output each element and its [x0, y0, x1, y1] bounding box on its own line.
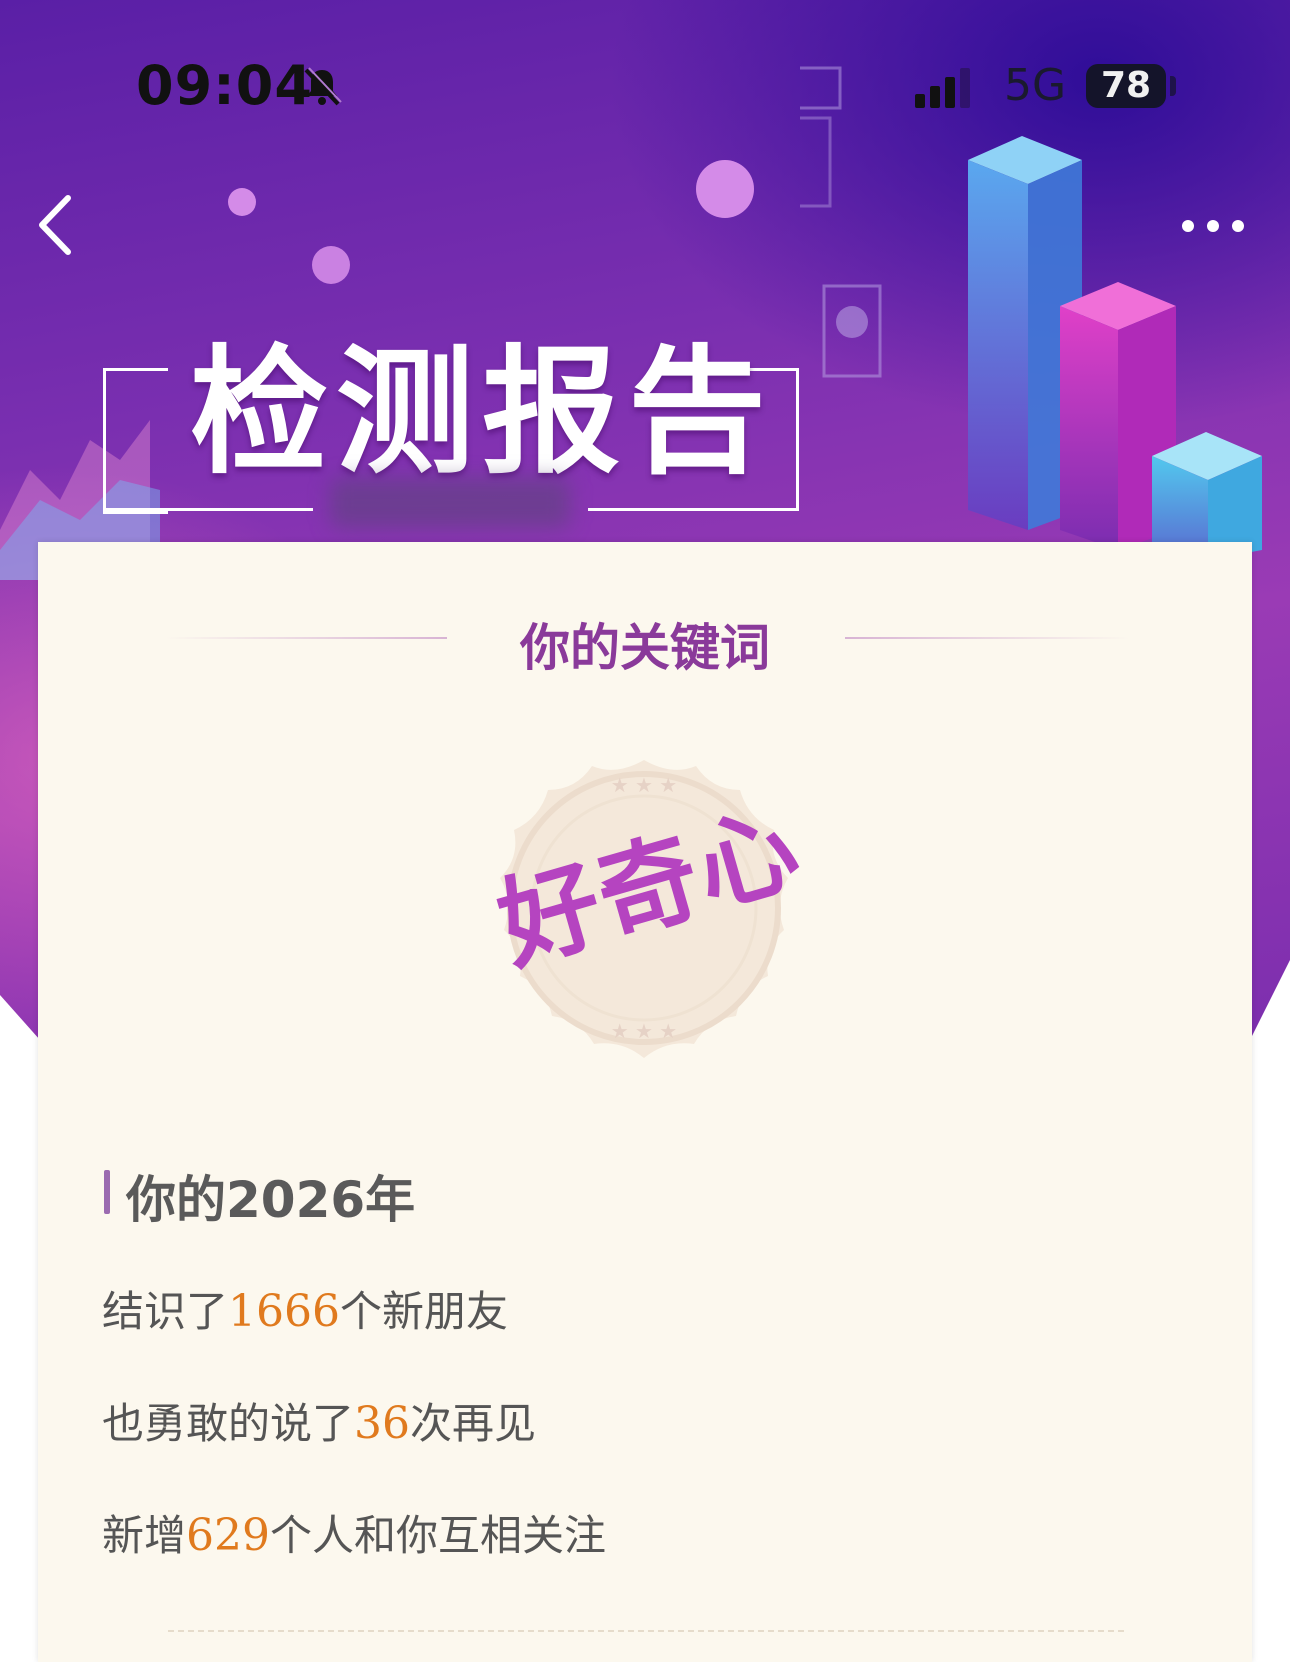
- battery-indicator: 78: [1086, 64, 1166, 108]
- silent-bell-icon: [304, 67, 342, 106]
- svg-text:★ ★ ★: ★ ★ ★: [611, 773, 678, 797]
- divider-line: [165, 637, 447, 639]
- decor-bubble: [228, 188, 256, 216]
- decor-3d-bars: [800, 66, 1262, 560]
- signal-strength-icon: [915, 68, 970, 108]
- page-title: 检测报告: [190, 332, 775, 493]
- stat-prefix: 结识了: [102, 1287, 229, 1336]
- year-heading: 你的2026年: [126, 1171, 416, 1229]
- divider-line: [845, 637, 1130, 639]
- stat-prefix: 新增: [102, 1511, 187, 1560]
- more-options-icon[interactable]: [1180, 216, 1250, 236]
- decor-bubble: [696, 160, 754, 218]
- battery-cap: [1170, 76, 1176, 96]
- svg-text:★ ★ ★: ★ ★ ★: [611, 1019, 678, 1043]
- dashed-divider: [168, 1630, 1124, 1632]
- stat-suffix: 个人和你互相关注: [270, 1511, 607, 1560]
- title-frame: [103, 508, 313, 511]
- report-card: [38, 542, 1252, 1662]
- stat-number: 629: [186, 1510, 270, 1561]
- title-frame: [103, 368, 168, 514]
- stat-suffix: 次再见: [410, 1399, 537, 1448]
- back-arrow-icon[interactable]: [34, 190, 78, 260]
- stat-line-goodbyes: 也勇敢的说了36次再见: [102, 1390, 536, 1451]
- stat-number: 36: [354, 1398, 411, 1449]
- status-time: 09:04: [136, 54, 313, 117]
- decor-bubble: [312, 246, 350, 284]
- stat-line-mutual-follows: 新增629个人和你互相关注: [102, 1502, 606, 1563]
- title-frame: [588, 508, 799, 511]
- stat-number: 1666: [228, 1286, 340, 1337]
- stat-suffix: 个新朋友: [340, 1287, 509, 1336]
- network-type: 5G: [1004, 60, 1067, 111]
- stat-line-friends: 结识了1666个新朋友: [102, 1278, 508, 1339]
- stat-prefix: 也勇敢的说了: [102, 1399, 355, 1448]
- section-accent-bar: [104, 1170, 110, 1214]
- blurred-subtitle: [330, 478, 570, 528]
- keyword-heading: 你的关键词: [520, 619, 770, 677]
